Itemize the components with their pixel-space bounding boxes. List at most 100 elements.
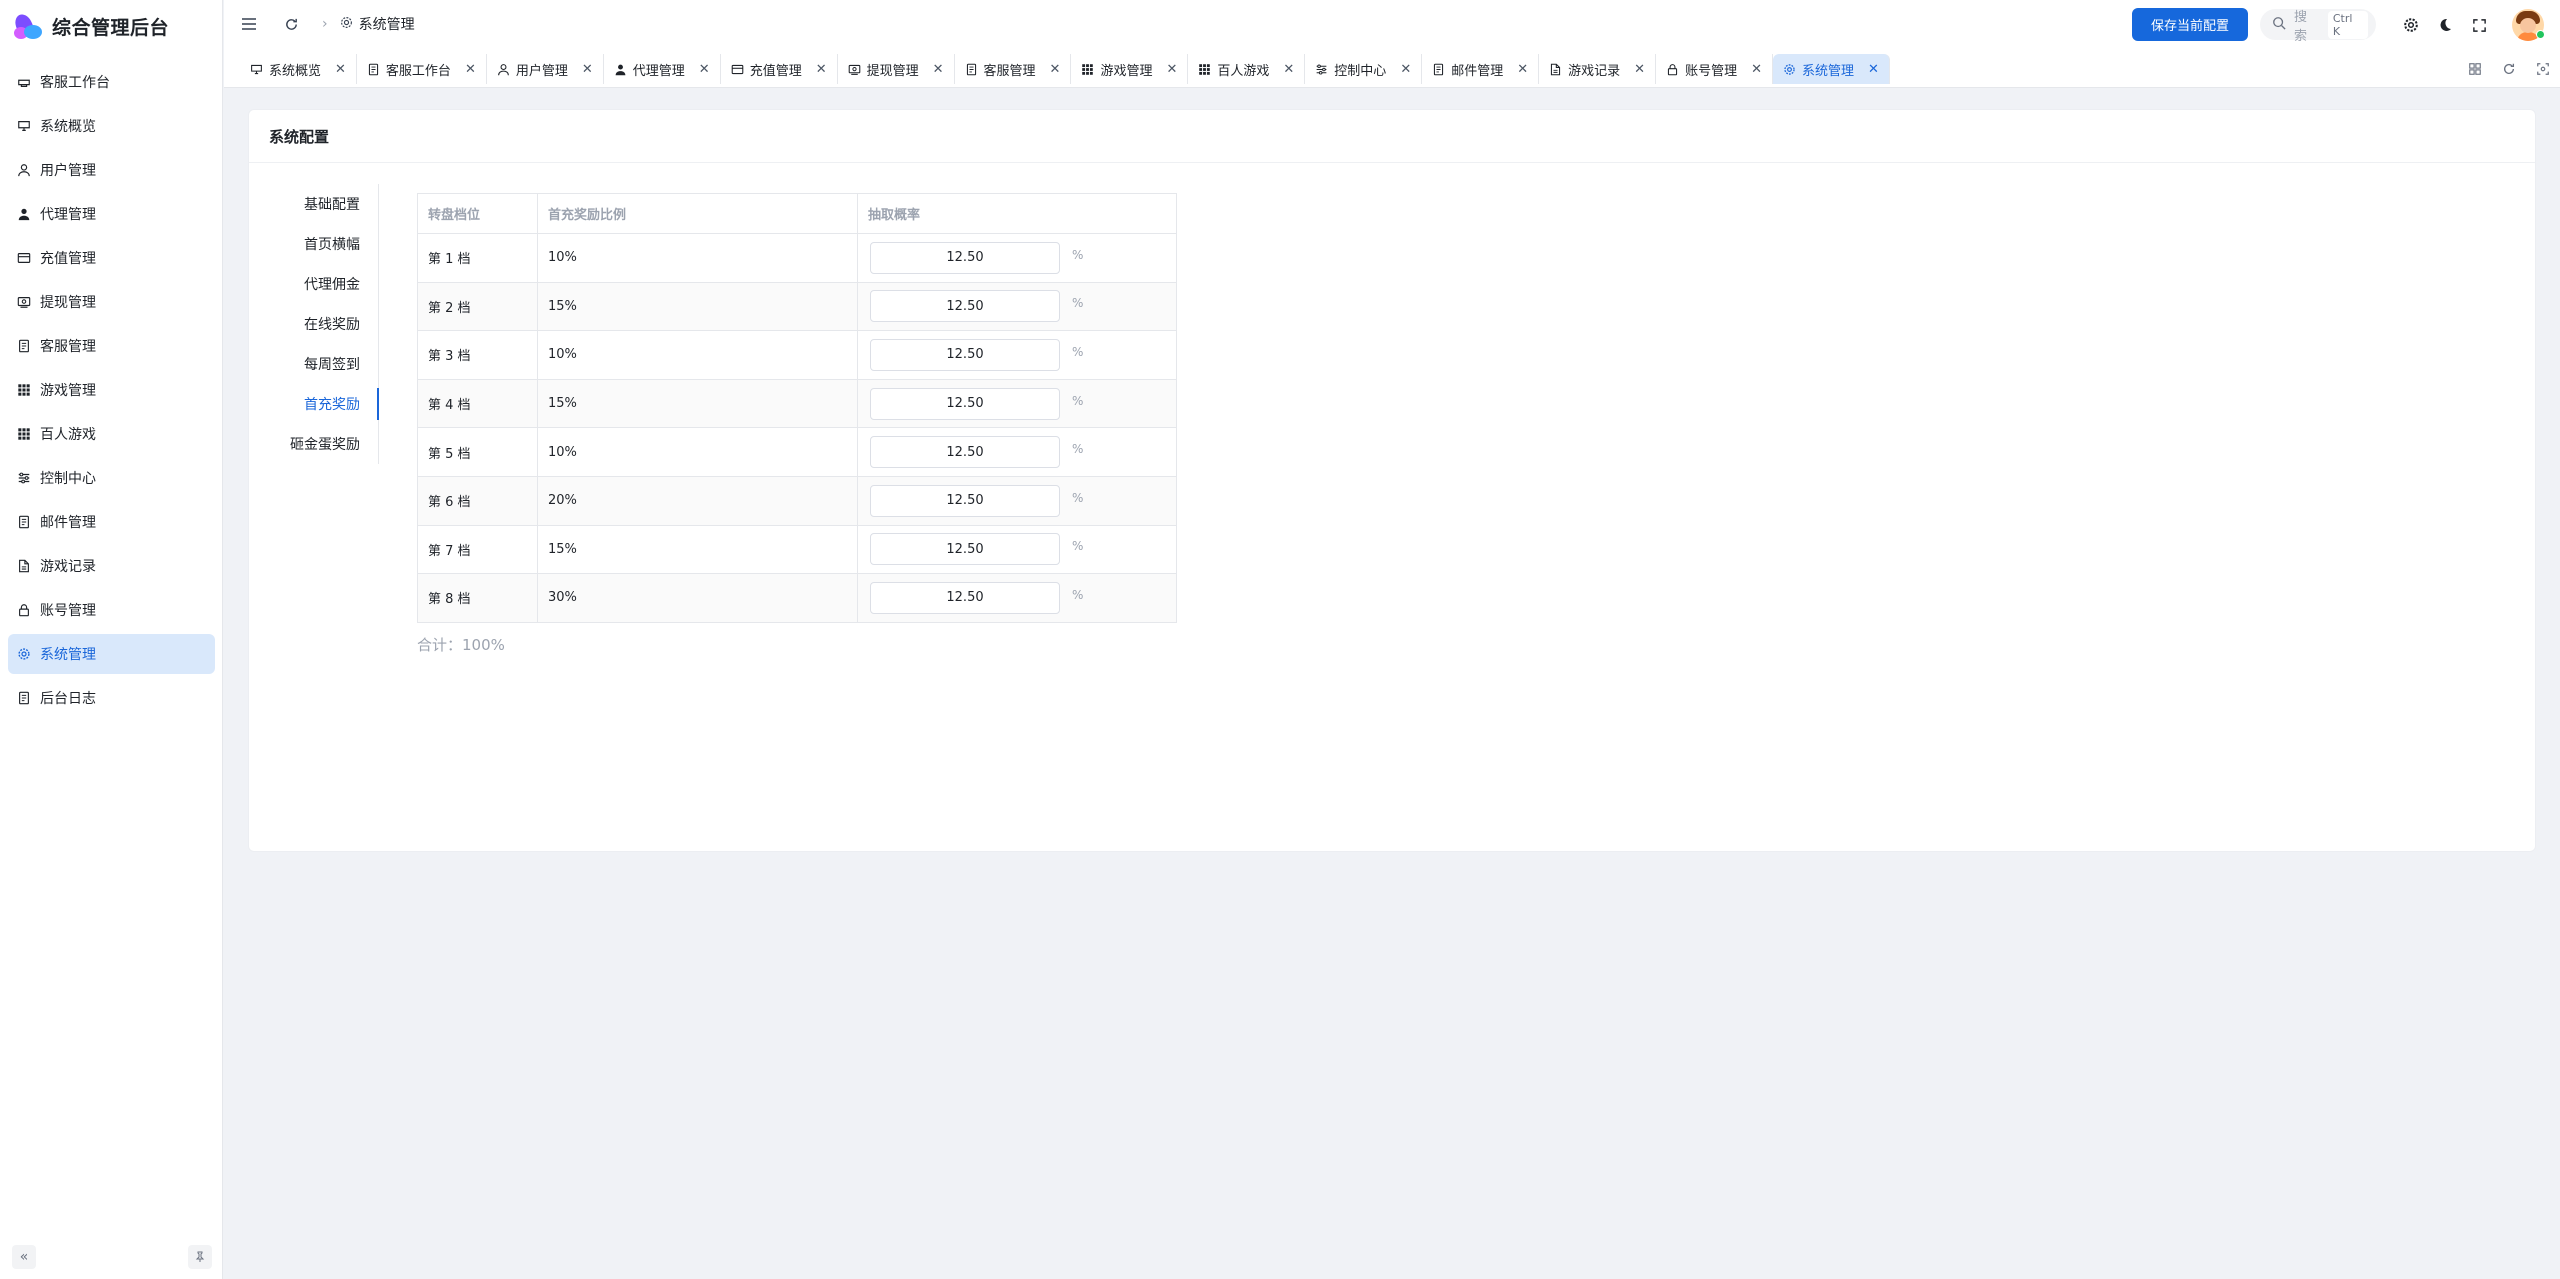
gear-icon [340, 16, 353, 33]
tab-refresh-icon[interactable] [2498, 58, 2520, 80]
config-nav-3[interactable]: 代理佣金 [283, 264, 378, 304]
config-nav-2[interactable]: 首页横幅 [283, 224, 378, 264]
sidebar-item-6[interactable]: 提现管理 [8, 282, 215, 322]
sidebar-item-7[interactable]: 客服管理 [8, 326, 215, 366]
probability-input[interactable] [870, 338, 1060, 371]
probability-field-wrap: % [868, 338, 1176, 371]
probability-input[interactable] [870, 241, 1060, 274]
global-search[interactable]: 搜索 Ctrl K [2260, 9, 2376, 44]
tab-8[interactable]: 游戏管理 ✕ [1071, 54, 1189, 84]
config-section-nav: 基础配置 首页横幅 代理佣金 在线奖励 每周签到 首充奖励 砸金蛋奖励 [283, 184, 379, 464]
user-icon [16, 162, 32, 178]
sidebar: 综合管理后台 客服工作台系统概览用户管理 代理管理 充值管理 提现管理 客服管理 游戏管理… [0, 0, 223, 1279]
probability-field-wrap: % [868, 533, 1176, 566]
sidebar-item-3[interactable]: 用户管理 [8, 150, 215, 190]
ratio-cell: 20% [537, 475, 858, 526]
tab-14[interactable]: 系统管理 ✕ [1772, 54, 1890, 84]
probability-input[interactable] [870, 581, 1060, 614]
tab-7[interactable]: 客服管理 ✕ [955, 54, 1072, 84]
config-nav-5[interactable]: 每周签到 [283, 344, 378, 384]
cash-icon [848, 63, 861, 76]
tab-9[interactable]: 百人游戏 ✕ [1188, 54, 1306, 84]
sliders-icon [16, 470, 32, 486]
close-icon[interactable]: ✕ [1868, 62, 1879, 77]
tab-6[interactable]: 提现管理 ✕ [838, 54, 955, 84]
probability-input[interactable] [870, 533, 1060, 566]
probability-input[interactable] [870, 436, 1060, 469]
close-icon[interactable]: ✕ [699, 62, 710, 77]
tab-5[interactable]: 充值管理 ✕ [721, 54, 838, 84]
sidebar-item-4[interactable]: 代理管理 [8, 194, 215, 234]
sidebar-item-13[interactable]: 账号管理 [8, 590, 215, 630]
tab-11[interactable]: 邮件管理 ✕ [1422, 54, 1540, 84]
percent-unit: % [1072, 587, 1084, 602]
close-icon[interactable]: ✕ [582, 62, 593, 77]
monitor-icon [250, 63, 263, 76]
file-icon [1549, 63, 1562, 76]
probability-field-wrap: % [868, 290, 1176, 323]
brand[interactable]: 综合管理后台 [12, 10, 169, 42]
tab-2[interactable]: 客服工作台 ✕ [357, 54, 487, 84]
tab-4[interactable]: 代理管理 ✕ [604, 54, 721, 84]
sidebar-item-label: 系统概览 [40, 119, 96, 135]
sidebar-item-8[interactable]: 游戏管理 [8, 370, 215, 410]
lock-icon [16, 602, 32, 618]
probability-input[interactable] [870, 290, 1060, 323]
percent-unit: % [1072, 393, 1084, 408]
sidebar-item-11[interactable]: 邮件管理 [8, 502, 215, 542]
sidebar-item-15[interactable]: 后台日志 [8, 678, 215, 718]
config-nav-7[interactable]: 砸金蛋奖励 [283, 424, 378, 464]
tab-1[interactable]: 系统概览 ✕ [240, 54, 357, 84]
settings-gear-icon[interactable] [2400, 14, 2422, 36]
config-nav-6[interactable]: 首充奖励 [283, 384, 379, 424]
config-nav-1[interactable]: 基础配置 [283, 184, 378, 224]
tab-10[interactable]: 控制中心 ✕ [1305, 54, 1423, 84]
save-config-button[interactable]: 保存当前配置 [2132, 8, 2248, 41]
percent-unit: % [1072, 490, 1084, 505]
sidebar-item-1[interactable]: 客服工作台 [8, 62, 215, 102]
close-icon[interactable]: ✕ [465, 62, 476, 77]
user-filled-icon [16, 206, 32, 222]
close-icon[interactable]: ✕ [816, 62, 827, 77]
close-icon[interactable]: ✕ [1283, 62, 1294, 77]
dark-mode-icon[interactable] [2434, 14, 2456, 36]
sidebar-item-2[interactable]: 系统概览 [8, 106, 215, 146]
close-icon[interactable]: ✕ [1050, 62, 1061, 77]
close-icon[interactable]: ✕ [1400, 62, 1411, 77]
pin-icon[interactable] [188, 1245, 212, 1269]
tab-3[interactable]: 用户管理 ✕ [487, 54, 604, 84]
table-row: 第 8 档30%% [417, 573, 1177, 623]
probability-input[interactable] [870, 387, 1060, 420]
sidebar-item-9[interactable]: 百人游戏 [8, 414, 215, 454]
online-status-dot [2536, 30, 2545, 39]
close-icon[interactable]: ✕ [933, 62, 944, 77]
refresh-icon[interactable] [280, 13, 302, 35]
table-row: 第 7 档15%% [417, 524, 1177, 575]
menu-toggle-icon[interactable] [238, 13, 260, 35]
file-icon [16, 558, 32, 574]
card-icon [16, 250, 32, 266]
sidebar-item-14[interactable]: 系统管理 [8, 634, 215, 674]
config-nav-4[interactable]: 在线奖励 [283, 304, 378, 344]
close-icon[interactable]: ✕ [1634, 62, 1645, 77]
tabs-bar: 系统概览 ✕ 客服工作台 ✕ 用户管理 ✕ 代理管理 ✕ 充值管理 ✕ 提现管理 ✕ 客服管理 ✕ 游戏管理… [224, 50, 2560, 88]
tab-maximize-icon[interactable] [2532, 58, 2554, 80]
percent-unit: % [1072, 344, 1084, 359]
close-icon[interactable]: ✕ [1517, 62, 1528, 77]
sidebar-item-10[interactable]: 控制中心 [8, 458, 215, 498]
sidebar-item-5[interactable]: 充值管理 [8, 238, 215, 278]
lock-icon [1666, 63, 1679, 76]
close-icon[interactable]: ✕ [335, 62, 346, 77]
sidebar-item-12[interactable]: 游戏记录 [8, 546, 215, 586]
tab-12[interactable]: 游戏记录 ✕ [1539, 54, 1657, 84]
tab-layout-icon[interactable] [2464, 58, 2486, 80]
probability-input[interactable] [870, 484, 1060, 517]
breadcrumb-current[interactable]: 系统管理 [359, 14, 415, 34]
close-icon[interactable]: ✕ [1751, 62, 1762, 77]
header-ratio: 首充奖励比例 [537, 193, 858, 234]
collapse-sidebar-icon[interactable]: « [12, 1245, 36, 1269]
doc-icon [367, 63, 380, 76]
close-icon[interactable]: ✕ [1166, 62, 1177, 77]
fullscreen-icon[interactable] [2468, 14, 2490, 36]
tab-13[interactable]: 账号管理 ✕ [1656, 54, 1773, 84]
